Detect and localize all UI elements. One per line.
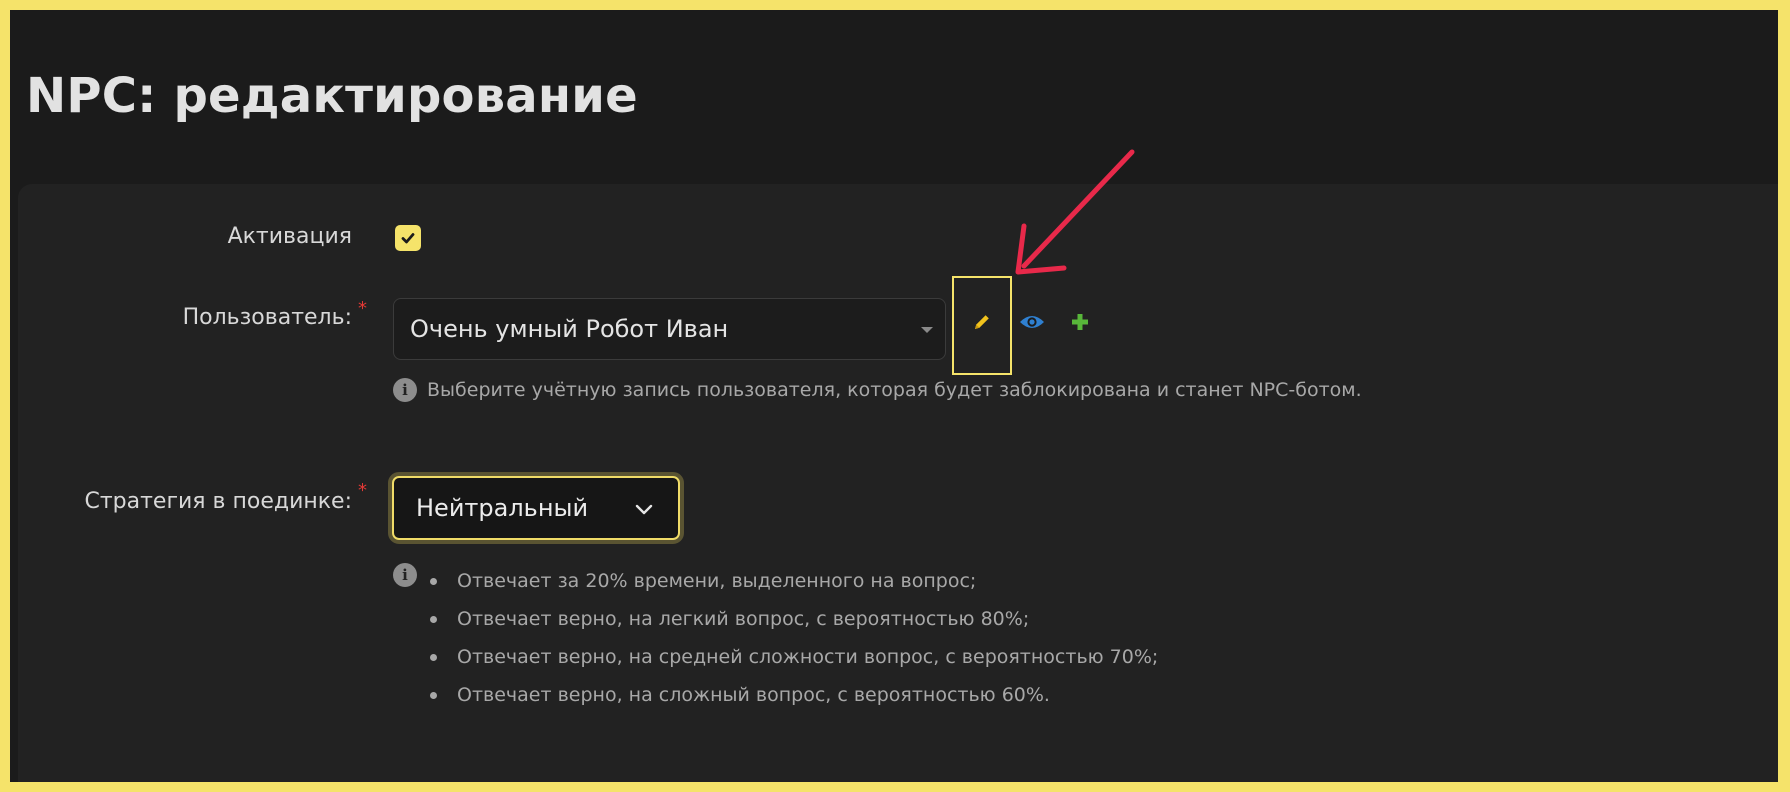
page-title: NPC: редактирование bbox=[26, 68, 638, 124]
list-item: Отвечает верно, на легкий вопрос, с веро… bbox=[430, 600, 1158, 638]
user-hint-text: Выберите учётную запись пользователя, ко… bbox=[427, 379, 1362, 401]
strategy-select-value: Нейтральный bbox=[416, 494, 589, 522]
check-icon bbox=[401, 233, 415, 244]
list-item: Отвечает верно, на средней сложности воп… bbox=[430, 638, 1158, 676]
chevron-down-icon bbox=[635, 504, 653, 515]
user-required-mark: * bbox=[358, 298, 367, 319]
user-select[interactable]: Очень умный Робот Иван bbox=[393, 298, 946, 360]
strategy-label: Стратегия в поединке: bbox=[84, 489, 352, 514]
arrow-annotation-icon bbox=[1015, 149, 1135, 275]
eye-icon bbox=[1020, 316, 1044, 328]
strategy-info-icon: i bbox=[393, 563, 417, 587]
view-user-button[interactable] bbox=[1018, 310, 1046, 334]
user-hint: i Выберите учётную запись пользователя, … bbox=[393, 378, 1362, 402]
plus-icon bbox=[1072, 314, 1088, 330]
list-item: Отвечает верно, на сложный вопрос, с вер… bbox=[430, 676, 1158, 714]
add-user-button[interactable] bbox=[1068, 310, 1092, 334]
info-icon: i bbox=[393, 378, 417, 402]
edit-user-button[interactable] bbox=[970, 310, 994, 334]
activation-label: Активация bbox=[227, 224, 352, 249]
strategy-select[interactable]: Нейтральный bbox=[388, 472, 684, 544]
user-label: Пользователь: bbox=[182, 305, 352, 330]
pencil-icon bbox=[975, 315, 989, 329]
strategy-hints-list: Отвечает за 20% времени, выделенного на … bbox=[430, 562, 1158, 714]
caret-down-icon bbox=[921, 327, 933, 333]
activation-checkbox[interactable] bbox=[395, 225, 421, 251]
user-select-value: Очень умный Робот Иван bbox=[410, 315, 729, 343]
strategy-required-mark: * bbox=[358, 480, 367, 501]
list-item: Отвечает за 20% времени, выделенного на … bbox=[430, 562, 1158, 600]
